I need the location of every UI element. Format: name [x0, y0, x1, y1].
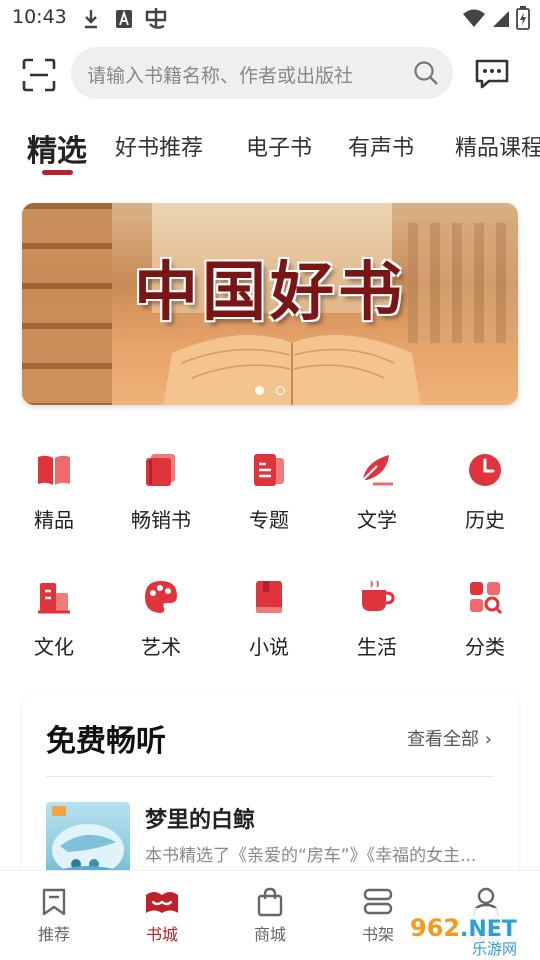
- category-history[interactable]: 历史: [445, 452, 525, 533]
- category-bestsellers[interactable]: 畅销书: [121, 452, 201, 533]
- bookshelf-icon: [363, 888, 393, 915]
- clock-icon: [469, 454, 501, 486]
- app-notification-icon: [145, 8, 167, 29]
- active-tab-indicator: [42, 170, 73, 175]
- scan-icon[interactable]: [22, 58, 56, 92]
- download-icon: [85, 10, 97, 29]
- category-all[interactable]: 分类: [445, 579, 525, 660]
- banner-dot-active[interactable]: [255, 386, 264, 395]
- tab-recommended[interactable]: 好书推荐: [115, 130, 203, 162]
- wifi-icon: [463, 9, 485, 27]
- nav-label: 推荐: [37, 925, 70, 944]
- search-input[interactable]: 请输入书籍名称、作者或出版社: [71, 47, 453, 99]
- message-icon[interactable]: [474, 58, 510, 90]
- nav-mall[interactable]: 商城: [230, 887, 310, 945]
- book-open-icon: [38, 455, 70, 485]
- tab-courses[interactable]: 精品课程: [455, 130, 540, 162]
- cell-signal-icon: [493, 11, 509, 27]
- category-label: 生活: [357, 635, 397, 659]
- status-bar: 10:43: [0, 0, 540, 38]
- shopping-bag-icon: [257, 887, 283, 917]
- svg-text:962: 962: [410, 914, 460, 942]
- tab-ebooks[interactable]: 电子书: [246, 130, 312, 162]
- category-life[interactable]: 生活: [337, 579, 417, 660]
- book-city-icon: [146, 892, 178, 913]
- palette-icon: [145, 581, 177, 613]
- coffee-cup-icon: [362, 580, 395, 611]
- banner-pagination: [22, 380, 518, 399]
- book-title[interactable]: 梦里的白鲸: [145, 802, 255, 834]
- tab-featured[interactable]: 精选: [27, 126, 87, 170]
- tab-audiobooks[interactable]: 有声书: [348, 130, 414, 162]
- battery-icon: [516, 6, 530, 30]
- quill-icon: [362, 455, 393, 486]
- site-watermark-logo: 962 .NET 乐游网: [402, 908, 538, 958]
- banner-dot[interactable]: [276, 386, 285, 395]
- category-label: 小说: [249, 635, 289, 659]
- section-title: 免费畅听: [46, 724, 166, 759]
- search-placeholder: 请输入书籍名称、作者或出版社: [87, 65, 354, 87]
- category-label: 文化: [34, 635, 74, 659]
- category-topics[interactable]: 专题: [229, 452, 309, 533]
- category-tabs: 精选 好书推荐 电子书 有声书 精品课程: [0, 112, 540, 184]
- nav-label: 商城: [253, 925, 286, 944]
- promo-banner[interactable]: 中国好书: [22, 203, 518, 405]
- category-art[interactable]: 艺术: [121, 579, 201, 660]
- nav-label: 书城: [145, 925, 178, 944]
- novel-book-icon: [256, 581, 282, 613]
- category-label: 畅销书: [131, 508, 191, 532]
- building-icon: [38, 583, 70, 614]
- search-icon[interactable]: [413, 60, 439, 86]
- svg-text:乐游网: 乐游网: [472, 940, 517, 958]
- category-label: 专题: [249, 508, 289, 532]
- nav-recommend[interactable]: 推荐: [14, 887, 94, 945]
- bookmark-icon: [42, 888, 66, 916]
- see-all-label: 查看全部: [407, 729, 480, 750]
- divider: [46, 776, 494, 777]
- chevron-right-icon: ›: [484, 729, 492, 750]
- category-label: 历史: [465, 508, 505, 532]
- books-stack-icon: [146, 454, 175, 486]
- category-literature[interactable]: 文学: [337, 452, 417, 533]
- grid-search-icon: [470, 582, 503, 615]
- nav-bookstore[interactable]: 书城: [122, 887, 202, 945]
- category-premium[interactable]: 精品: [14, 452, 94, 533]
- category-culture[interactable]: 文化: [14, 579, 94, 660]
- svg-text:.NET: .NET: [460, 917, 517, 942]
- free-listen-section: 免费畅听 查看全部 › 梦里的白鲸 本书精选了《亲爱的“房车”》《幸福的女主..…: [22, 694, 518, 894]
- book-description: 本书精选了《亲爱的“房车”》《幸福的女主...: [145, 846, 477, 866]
- category-label: 艺术: [141, 635, 181, 659]
- search-header: 请输入书籍名称、作者或出版社: [0, 38, 540, 112]
- category-novels[interactable]: 小说: [229, 579, 309, 660]
- banner-title: 中国好书: [134, 255, 406, 330]
- category-label: 文学: [357, 508, 397, 532]
- status-time: 10:43: [12, 6, 67, 28]
- category-label: 分类: [465, 635, 505, 659]
- text-a-icon: [116, 10, 132, 28]
- document-icon: [254, 454, 284, 486]
- category-label: 精品: [34, 508, 74, 532]
- see-all-link[interactable]: 查看全部 ›: [407, 725, 492, 751]
